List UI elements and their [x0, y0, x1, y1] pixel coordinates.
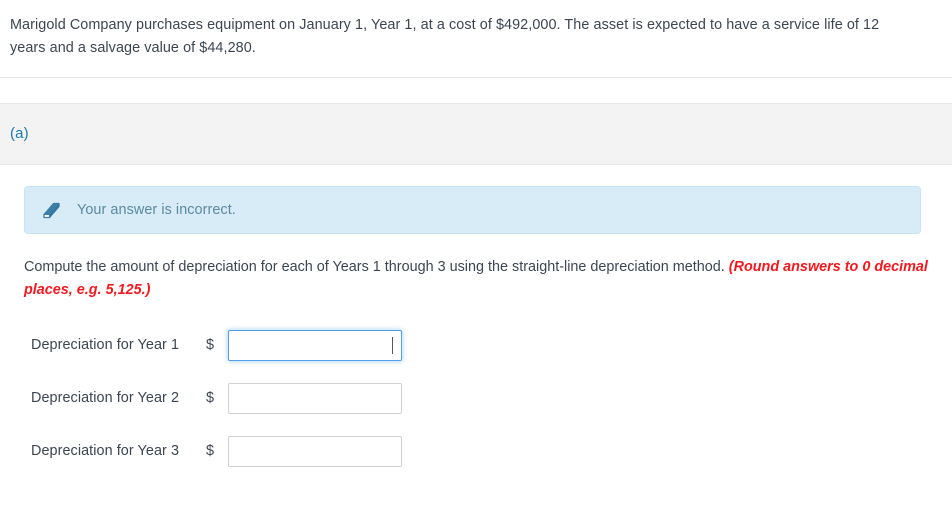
problem-statement-block: Marigold Company purchases equipment on … — [0, 0, 952, 78]
answer-label-year-3: Depreciation for Year 3 — [31, 443, 180, 460]
problem-statement-text: Marigold Company purchases equipment on … — [10, 17, 880, 57]
answer-label-year-1: Depreciation for Year 1 — [31, 337, 180, 354]
currency-symbol: $ — [206, 390, 215, 407]
currency-symbol: $ — [206, 337, 215, 354]
feedback-alert-message: Your answer is incorrect. — [77, 201, 236, 218]
depreciation-year-2-input[interactable] — [228, 382, 402, 414]
eraser-icon — [43, 202, 60, 218]
feedback-alert-wrapper: Your answer is incorrect. — [0, 165, 952, 234]
depreciation-year-3-input[interactable] — [228, 435, 402, 467]
question-instruction: Compute the amount of depreciation for e… — [0, 234, 948, 302]
input-cell-year-3 — [228, 435, 402, 467]
input-cell-year-2 — [228, 382, 402, 414]
part-section-header: (a) — [0, 102, 952, 165]
depreciation-year-1-input[interactable] — [228, 329, 402, 361]
text-caret — [392, 336, 393, 354]
feedback-alert: Your answer is incorrect. — [24, 185, 921, 234]
answer-row: Depreciation for Year 3 $ — [31, 433, 952, 470]
answer-row: Depreciation for Year 2 $ — [31, 380, 952, 417]
answer-entry-group: Depreciation for Year 1 $ Depreciation f… — [0, 302, 952, 470]
answer-row: Depreciation for Year 1 $ — [31, 327, 952, 364]
input-cell-year-1 — [228, 329, 402, 361]
part-label: (a) — [10, 125, 29, 143]
currency-symbol: $ — [206, 443, 215, 460]
instruction-main-text: Compute the amount of depreciation for e… — [24, 258, 729, 275]
answer-label-year-2: Depreciation for Year 2 — [31, 390, 180, 407]
